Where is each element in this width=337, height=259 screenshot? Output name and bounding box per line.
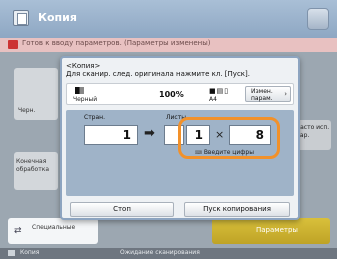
options-button: Параметры [212, 218, 330, 244]
originals-label: Стран. [84, 114, 105, 121]
zoom-ratio: 100% [159, 90, 184, 99]
color-mode: Черный [73, 96, 98, 103]
dialog-heading-instruction: Для сканир. след. оригинала нажмите кл. … [66, 70, 250, 78]
status-bar: Готов к вводу параметров. (Параметры изм… [0, 38, 337, 52]
black-color-icon [75, 87, 84, 94]
finishing-button: Конечная обработка [14, 152, 58, 190]
footer-job: Копия [20, 249, 40, 256]
dialog-heading: <Копия> Для сканир. след. оригинала нажм… [66, 62, 250, 78]
frequent-settings-label: Часто исп. пар. [296, 124, 330, 139]
app-title: Копия [38, 11, 77, 24]
copy-icon [13, 10, 29, 26]
finishing-label: Конечная обработка [16, 158, 50, 173]
change-settings-label: Измен. парам. [251, 88, 273, 102]
arrow-icon: ⇄ [14, 226, 22, 236]
stop-button[interactable]: Стоп [70, 202, 174, 217]
options-label: Параметры [256, 226, 298, 234]
home-button[interactable] [307, 8, 329, 30]
dialog-heading-title: <Копия> [66, 62, 101, 70]
paper-icon: ■▤▯ [209, 87, 230, 95]
settings-summary: Черный 100% ■▤▯ A4 Измен. парам. › [66, 83, 294, 105]
warning-icon [8, 40, 18, 49]
color-select-button: Черн. [14, 68, 58, 120]
scan-dialog: <Копия> Для сканир. след. оригинала нажм… [60, 56, 300, 220]
color-select-label: Черн. [18, 107, 36, 114]
footer-state: Ожидание сканирования [120, 249, 200, 256]
originals-field[interactable]: 1 [84, 125, 138, 145]
special-features-label: Специальные [32, 224, 76, 231]
start-copy-button[interactable]: Пуск копирования [184, 202, 290, 217]
footer-bar: Копия Ожидание сканирования [0, 248, 337, 259]
paper-size: A4 [209, 96, 217, 103]
title-bar: Копия [0, 0, 337, 38]
change-settings-button[interactable]: Измен. парам. › [245, 86, 291, 102]
copy-count-panel: Стран. Листы 1 ➡ 1 × 8 ⌨ Введите цифры [66, 110, 294, 196]
job-icon [8, 250, 15, 256]
status-text: Готов к вводу параметров. (Параметры изм… [22, 39, 211, 47]
highlight-ring [178, 117, 280, 159]
chevron-right-icon: › [284, 90, 287, 98]
arrow-right-icon: ➡ [144, 126, 155, 141]
special-features-button: ⇄ Специальные [8, 218, 98, 244]
